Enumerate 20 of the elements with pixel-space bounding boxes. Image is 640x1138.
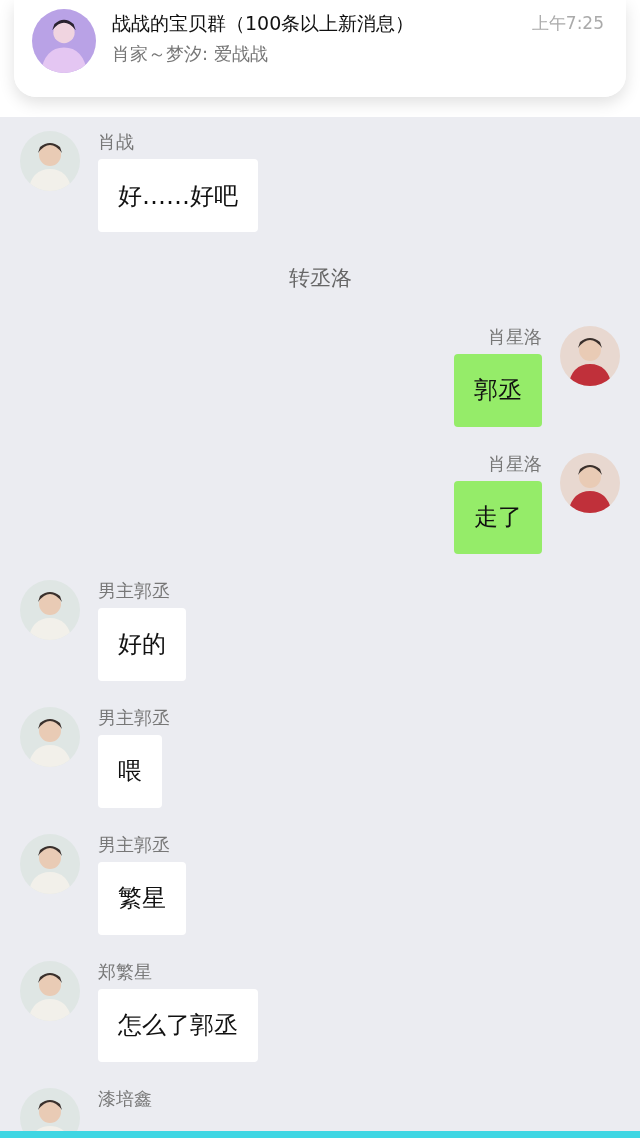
- message-bubble: 好……好吧: [98, 159, 258, 232]
- sender-name: 肖战: [98, 131, 134, 153]
- sender-name: 肖星洛: [488, 452, 542, 475]
- sender-name: 肖星洛: [488, 325, 542, 348]
- system-message: 转丞洛: [288, 265, 352, 292]
- notification-title: 战战的宝贝群（100条以上新消息）: [112, 11, 415, 36]
- message-bubble: 繁星: [98, 861, 186, 935]
- sender-name: 男主郭丞: [98, 579, 170, 602]
- message-bubble: 好的: [98, 607, 186, 681]
- message-bubble: 喂: [98, 734, 162, 808]
- sender-name: 郑繁星: [98, 960, 152, 983]
- message-bubble: 郭丞: [454, 353, 542, 427]
- notification-time: 上午7:25: [531, 12, 604, 35]
- message-bubble: 走了: [454, 480, 542, 554]
- notification-card[interactable]: 战战的宝贝群（100条以上新消息） 上午7:25 肖家～梦汐: 爱战战: [14, 0, 626, 97]
- sender-name: 男主郭丞: [98, 706, 170, 729]
- notification-preview: 肖家～梦汐: 爱战战: [112, 42, 269, 66]
- sender-name: 男主郭丞: [98, 833, 170, 856]
- message-bubble: 怎么了郭丞: [98, 988, 258, 1062]
- sender-name: 漆培鑫: [98, 1087, 152, 1110]
